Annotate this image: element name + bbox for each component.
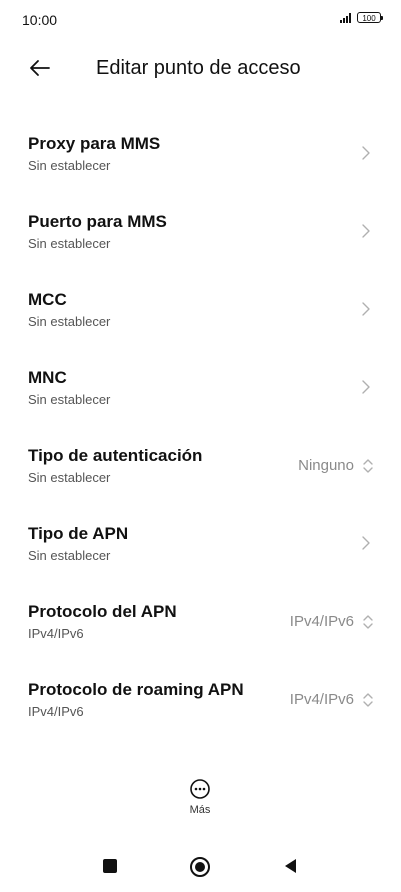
item-title: Protocolo del APN: [28, 602, 177, 621]
item-title: Protocolo de roaming APN: [28, 680, 244, 699]
item-protocolo-apn[interactable]: Protocolo del APN IPv4/IPv6 IPv4/IPv6: [0, 586, 401, 664]
status-icons: 100: [340, 12, 383, 23]
item-title: Proxy para MMS: [28, 134, 161, 153]
more-label: Más: [189, 804, 211, 816]
up-down-arrows-icon: [363, 615, 373, 629]
item-subtitle: Sin establecer: [28, 236, 111, 251]
item-proxy-mms[interactable]: Proxy para MMS Sin establecer: [0, 118, 401, 196]
triangle-back-icon[interactable]: [281, 856, 301, 876]
chevron-right-icon: [362, 224, 370, 238]
chevron-right-icon: [362, 380, 370, 394]
signal-icon: [340, 12, 351, 23]
item-value: IPv4/IPv6: [289, 691, 354, 708]
square-icon[interactable]: [100, 856, 120, 876]
circle-icon[interactable]: [189, 856, 211, 878]
arrow-left-icon[interactable]: [28, 56, 52, 80]
battery-level: 100: [362, 14, 376, 23]
item-tipo-autenticacion[interactable]: Tipo de autenticación Sin establecer Nin…: [0, 430, 401, 508]
item-subtitle: Sin establecer: [28, 392, 111, 407]
page-title: Editar punto de acceso: [96, 57, 301, 79]
more-button[interactable]: Más: [172, 778, 228, 824]
chevron-right-icon: [362, 146, 370, 160]
item-mnc[interactable]: MNC Sin establecer: [0, 352, 401, 430]
navigation-bar: [0, 848, 401, 888]
item-subtitle: Sin establecer: [28, 548, 111, 563]
status-time: 10:00: [22, 12, 58, 28]
item-title: MNC: [28, 368, 67, 387]
up-down-arrows-icon: [363, 693, 373, 707]
item-tipo-apn[interactable]: Tipo de APN Sin establecer: [0, 508, 401, 586]
item-title: Tipo de autenticación: [28, 446, 203, 465]
more-dots-icon: [190, 779, 210, 799]
item-mcc[interactable]: MCC Sin establecer: [0, 274, 401, 352]
item-protocolo-roaming-apn[interactable]: Protocolo de roaming APN IPv4/IPv6 IPv4/…: [0, 664, 401, 742]
status-bar: 10:00 100: [0, 0, 401, 40]
up-down-arrows-icon: [363, 459, 373, 473]
item-value: Ninguno: [298, 457, 354, 474]
item-title: Puerto para MMS: [28, 212, 167, 231]
item-subtitle: IPv4/IPv6: [28, 704, 84, 719]
item-title: MCC: [28, 290, 67, 309]
item-subtitle: IPv4/IPv6: [28, 626, 84, 641]
battery-icon: 100: [357, 12, 383, 23]
item-value: IPv4/IPv6: [289, 613, 354, 630]
item-puerto-mms[interactable]: Puerto para MMS Sin establecer: [0, 196, 401, 274]
item-title: Tipo de APN: [28, 524, 129, 543]
item-subtitle: Sin establecer: [28, 158, 111, 173]
item-subtitle: Sin establecer: [28, 470, 111, 485]
chevron-right-icon: [362, 536, 370, 550]
settings-list: Proxy para MMS Sin establecer Puerto par…: [0, 118, 401, 742]
item-subtitle: Sin establecer: [28, 314, 111, 329]
header: Editar punto de acceso: [0, 48, 401, 88]
chevron-right-icon: [362, 302, 370, 316]
